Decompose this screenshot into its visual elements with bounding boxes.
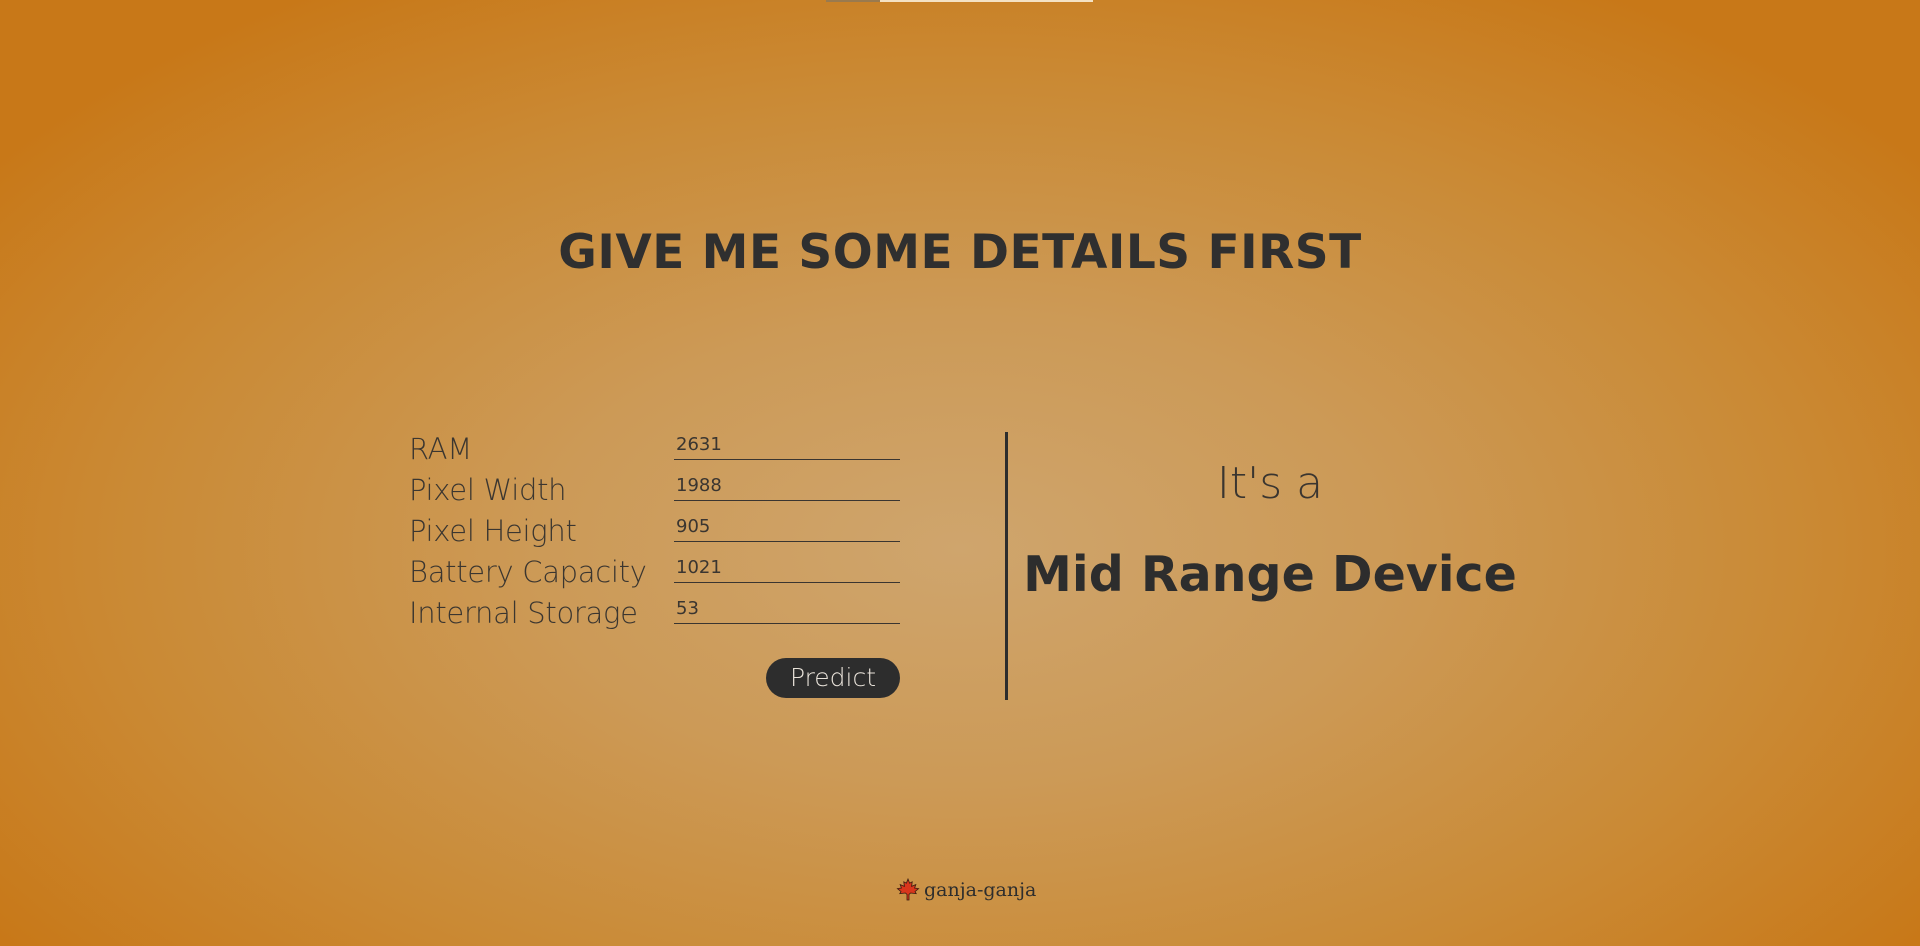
pixel-width-input[interactable] xyxy=(674,471,900,501)
maple-leaf-icon xyxy=(896,877,920,902)
form-row-battery-capacity: Battery Capacity xyxy=(409,553,901,594)
form-row-pixel-height: Pixel Height xyxy=(409,512,901,553)
internal-storage-input[interactable] xyxy=(674,594,900,624)
form-row-internal-storage: Internal Storage xyxy=(409,594,901,635)
result-prefix: It's a xyxy=(1216,458,1324,509)
footer: ganja-ganja xyxy=(896,876,1036,904)
ram-label: RAM xyxy=(409,432,472,466)
battery-capacity-input[interactable] xyxy=(674,553,900,583)
pixel-height-input[interactable] xyxy=(674,512,900,542)
footer-text: ganja-ganja xyxy=(924,879,1037,901)
internal-storage-label: Internal Storage xyxy=(409,596,638,630)
ram-input[interactable] xyxy=(674,430,900,460)
form-row-ram: RAM xyxy=(409,430,901,471)
page-title: GIVE ME SOME DETAILS FIRST xyxy=(558,225,1362,280)
result-prediction: Mid Range Device xyxy=(1023,546,1517,603)
pixel-width-label: Pixel Width xyxy=(409,473,567,507)
top-bar-highlight xyxy=(880,0,1093,2)
top-bar-segment xyxy=(826,0,880,2)
pixel-height-label: Pixel Height xyxy=(409,514,577,548)
battery-capacity-label: Battery Capacity xyxy=(409,555,647,589)
predict-button[interactable]: Predict xyxy=(766,658,900,698)
form-row-pixel-width: Pixel Width xyxy=(409,471,901,512)
